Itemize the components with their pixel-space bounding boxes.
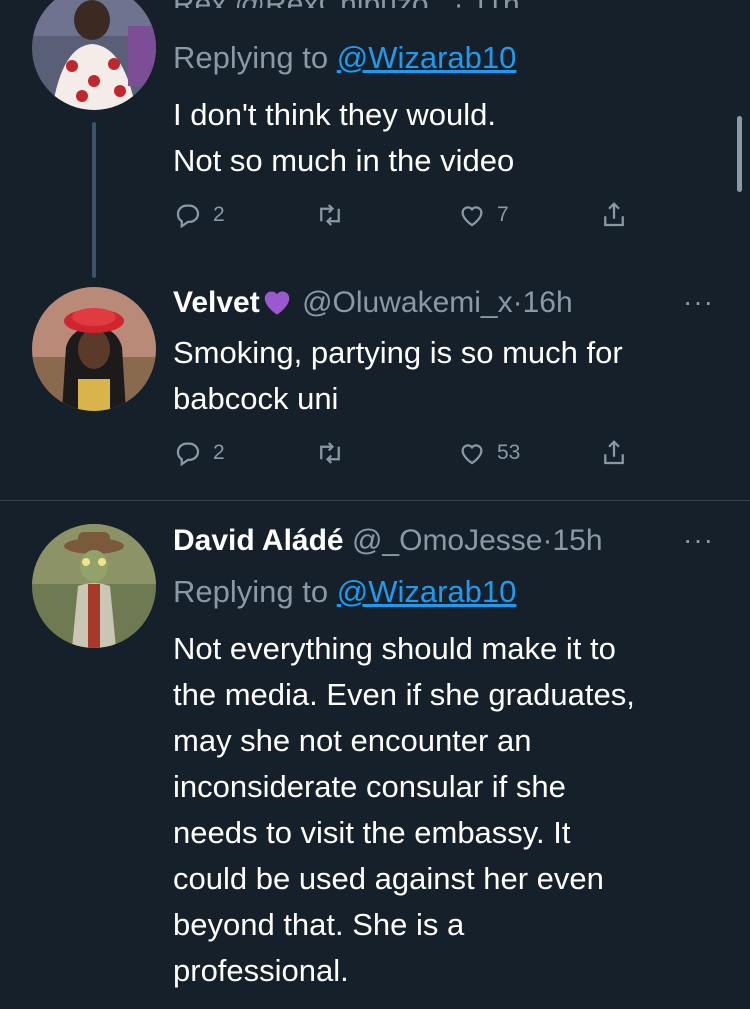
like-button[interactable]: 7	[457, 200, 509, 230]
replying-to: Replying to @Wizarab10	[173, 38, 714, 78]
tweet-text-line: may she not encounter an	[173, 723, 532, 758]
avatar-rex[interactable]	[32, 0, 156, 110]
tweet-text: Smoking, partying is so much for babcock…	[173, 330, 714, 422]
reply-icon	[176, 204, 200, 229]
tweet-text-line: Not everything should make it to	[173, 631, 616, 666]
display-name[interactable]: Velvet	[173, 286, 260, 319]
replying-to-label: Replying to	[173, 574, 329, 609]
tweet-text-line: inconsiderate consular if she	[173, 769, 566, 804]
scrollbar-thumb[interactable]	[737, 116, 742, 192]
separator-dot: ·	[512, 286, 523, 319]
tweet-text: Not everything should make it to the med…	[173, 626, 714, 994]
tweet-divider	[0, 500, 750, 501]
purple-heart-emoji	[260, 286, 294, 326]
share-button[interactable]	[599, 200, 629, 230]
timestamp[interactable]: 15h	[553, 524, 603, 557]
retweet-button[interactable]	[315, 200, 355, 230]
separator-dot: ·	[542, 524, 553, 557]
reply-button[interactable]: 2	[173, 438, 225, 468]
mention-link[interactable]: @Wizarab10	[337, 574, 517, 609]
tweet-header: Velvet @Oluwakemi_x·16h	[173, 284, 714, 326]
mention-link[interactable]: @Wizarab10	[337, 40, 517, 75]
user-handle[interactable]: @Oluwakemi_x	[302, 286, 513, 319]
display-name[interactable]: David Aládé	[173, 524, 344, 557]
share-button[interactable]	[599, 438, 629, 468]
tweet-text-line: beyond that. She is a	[173, 907, 465, 942]
more-options-button[interactable]: ···	[683, 524, 714, 556]
tweet-header: Rex @RexChibuzo_ · 11h	[173, 0, 714, 8]
tweet-text-line: professional.	[173, 953, 349, 988]
avatar-velvet[interactable]	[32, 287, 156, 411]
timestamp[interactable]: 16h	[523, 286, 573, 319]
tweet-text-line: babcock uni	[173, 381, 339, 416]
tweet-text: I don't think they would. Not so much in…	[173, 92, 714, 184]
avatar-david[interactable]	[32, 524, 156, 648]
user-handle[interactable]: @_OmoJesse	[352, 524, 543, 557]
retweet-icon	[320, 442, 340, 464]
reply-count: 2	[213, 203, 225, 226]
replying-to: Replying to @Wizarab10	[173, 572, 714, 612]
tweet-actions: 2 7	[173, 200, 643, 236]
tweet-text-line: needs to visit the embassy. It	[173, 815, 571, 850]
more-options-button[interactable]: ···	[683, 286, 714, 318]
tweet-text-line: the media. Even if she graduates,	[173, 677, 635, 712]
like-button[interactable]: 53	[457, 438, 520, 468]
like-count: 7	[497, 203, 509, 226]
retweet-button[interactable]	[315, 438, 355, 468]
share-icon	[604, 440, 624, 465]
tweet-text-line: I don't think they would.	[173, 97, 497, 132]
tweet-text-line: could be used against her even	[173, 861, 604, 896]
replying-to-label: Replying to	[173, 40, 329, 75]
tweet-text-line: Smoking, partying is so much for	[173, 335, 623, 370]
tweet-header: David Aládé @_OmoJesse·15h	[173, 522, 714, 560]
tweet-header-clipped: Rex @RexChibuzo_ · 11h	[173, 0, 714, 8]
share-icon	[604, 202, 624, 227]
heart-icon	[461, 444, 483, 465]
reply-icon	[176, 442, 200, 467]
thread-line	[92, 122, 96, 278]
like-count: 53	[497, 441, 521, 464]
heart-icon	[461, 206, 483, 227]
tweet-text-line: Not so much in the video	[173, 143, 515, 178]
retweet-icon	[320, 204, 340, 226]
reply-button[interactable]: 2	[173, 200, 225, 230]
tweet-actions: 2 53	[173, 438, 643, 474]
reply-count: 2	[213, 441, 225, 464]
